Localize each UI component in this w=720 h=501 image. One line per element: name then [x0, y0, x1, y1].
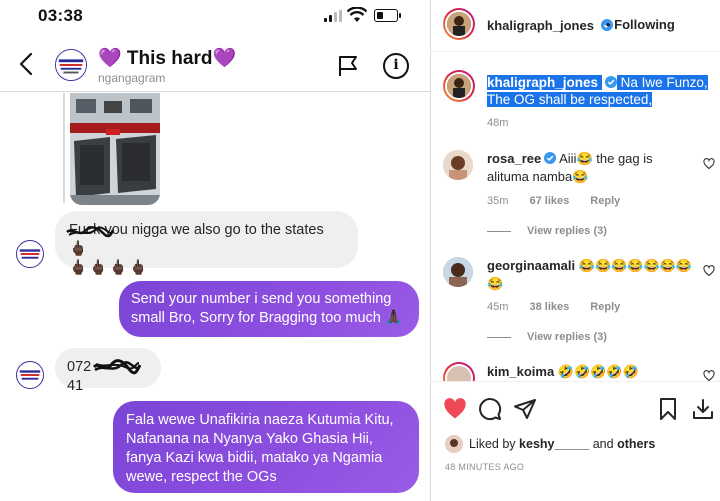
message-bubble-incoming[interactable]: Fuck you nigga we also go to the states …: [55, 211, 358, 276]
verified-badge-icon: [544, 152, 557, 164]
liked-by-and: and: [592, 437, 614, 451]
download-icon[interactable]: [691, 397, 715, 421]
chat-header: 💜 This hard💜 ngangagram i: [0, 34, 430, 92]
wifi-icon: [347, 7, 367, 22]
commenter-avatar[interactable]: [443, 150, 473, 180]
comment-icon[interactable]: [478, 397, 502, 421]
liker-avatar[interactable]: [445, 435, 463, 453]
status-time: 03:38: [38, 6, 83, 25]
post-timestamp: 48 MINUTES AGO: [445, 462, 525, 472]
battery-icon: [374, 9, 401, 22]
sender-avatar[interactable]: [16, 240, 44, 268]
phone-suffix: 41: [67, 378, 84, 394]
caption-username[interactable]: khaligraph_jones: [487, 75, 599, 90]
chat-title: 💜 This hard💜: [98, 48, 237, 69]
post-action-bar: Liked by keshy_____ and others 48 MINUTE…: [431, 381, 720, 501]
reply-button[interactable]: Reply: [590, 301, 620, 313]
following-button[interactable]: • Following: [606, 17, 675, 32]
chat-avatar[interactable]: [55, 49, 87, 81]
message-bubble-phone-number[interactable]: 07241: [55, 348, 161, 394]
status-bar: 03:38: [0, 0, 430, 34]
message-bubble-outgoing[interactable]: Fala wewe Unafikiria naeza Kutumia Kitu,…: [113, 401, 419, 493]
reply-button[interactable]: Reply: [590, 195, 620, 207]
message-bubble-outgoing[interactable]: Send your number i send you something sm…: [119, 281, 419, 337]
comment-time: 45m: [487, 301, 509, 313]
bookmark-icon[interactable]: [656, 397, 680, 421]
comment-time: 35m: [487, 195, 509, 207]
caption-author-avatar[interactable]: [443, 70, 475, 102]
like-heart-icon[interactable]: [443, 397, 467, 421]
censor-scribble: [93, 359, 141, 375]
author-avatar[interactable]: [443, 8, 475, 40]
liked-by: Liked by keshy_____ and others: [469, 437, 655, 451]
chat-subtitle: ngangagram: [98, 71, 166, 85]
flag-icon[interactable]: [336, 54, 360, 78]
commenter-username[interactable]: kim_koima: [487, 364, 554, 379]
verified-badge-icon: [604, 76, 617, 88]
shared-image-treadmills[interactable]: [70, 93, 160, 205]
message-text: Send your number i send you something sm…: [131, 291, 403, 326]
censor-scribble: [66, 226, 115, 238]
comment-likes[interactable]: 38 likes: [529, 301, 569, 313]
message-text-line2: 🖕🏿🖕🏿🖕🏿🖕🏿: [69, 260, 150, 276]
liked-by-others[interactable]: others: [617, 437, 655, 451]
instagram-post-panel: khaligraph_jones • Following khaligraph_…: [430, 0, 720, 501]
comment-like-heart-icon[interactable]: [703, 265, 715, 277]
signal-icon: [324, 10, 344, 22]
comment-like-heart-icon[interactable]: [703, 158, 715, 170]
liked-by-user[interactable]: keshy_____: [519, 437, 589, 451]
share-icon[interactable]: [513, 397, 537, 421]
view-replies-button[interactable]: View replies (3): [487, 331, 607, 343]
dm-screenshot: 03:38 💜 This hard💜 ngangagram i Fuck you…: [0, 0, 430, 501]
view-replies-button[interactable]: View replies (3): [487, 225, 607, 237]
comment-text: 🤣🤣🤣🤣🤣: [557, 364, 639, 379]
info-icon[interactable]: i: [383, 53, 409, 79]
caption-timestamp: 48m: [487, 117, 509, 129]
reply-thread-line: [63, 93, 65, 203]
liked-by-prefix: Liked by: [469, 437, 516, 451]
commenter-avatar[interactable]: [443, 257, 473, 287]
post-header: khaligraph_jones • Following: [431, 0, 720, 52]
phone-prefix: 072: [67, 359, 92, 375]
message-text: Fala wewe Unafikiria naeza Kutumia Kitu,…: [126, 412, 394, 485]
post-caption: khaligraph_jones Na Iwe Funzo, The OG sh…: [487, 74, 709, 108]
commenter-username[interactable]: georginaamali: [487, 258, 575, 273]
comment-likes[interactable]: 67 likes: [529, 195, 569, 207]
back-arrow-icon[interactable]: [16, 52, 38, 76]
commenter-username[interactable]: rosa_ree: [487, 151, 541, 166]
author-username[interactable]: khaligraph_jones: [487, 17, 614, 35]
sender-avatar[interactable]: [16, 361, 44, 389]
